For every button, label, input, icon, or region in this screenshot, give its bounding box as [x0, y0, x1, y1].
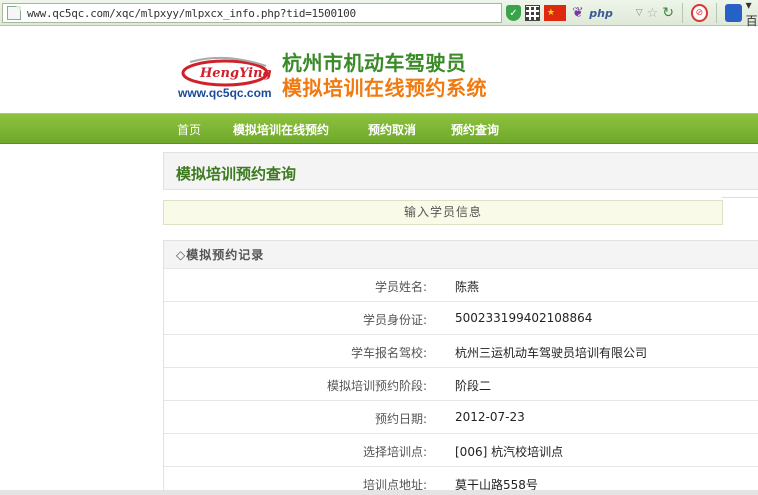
nav-booking-query[interactable]: 预约查询: [451, 121, 499, 138]
student-info-bar[interactable]: 输入学员信息: [163, 200, 723, 225]
record-value: 阶段二: [455, 379, 492, 393]
star-icon[interactable]: ☆: [647, 4, 659, 22]
record-row-stage: 模拟培训预约阶段: 阶段二: [164, 368, 758, 401]
record-label: 学员身份证:: [362, 313, 427, 327]
address-bar[interactable]: www.qc5qc.com/xqc/mlpxyy/mlpxcx_info.php…: [2, 3, 502, 23]
horizontal-scrollbar[interactable]: [0, 490, 758, 495]
record-value: [006] 杭汽校培训点: [455, 445, 564, 459]
records-title: ◇模拟预约记录: [176, 248, 265, 262]
record-row-date: 预约日期: 2012-07-23: [164, 401, 758, 434]
php-icon[interactable]: php: [589, 4, 613, 22]
record-value: 500233199402108864: [455, 311, 593, 325]
record-row-school: 学车报名驾校: 杭州三运机动车驾驶员培训有限公司: [164, 335, 758, 368]
record-row-site: 选择培训点: [006] 杭汽校培训点: [164, 434, 758, 467]
record-label: 预约日期:: [374, 412, 427, 426]
feather-icon[interactable]: ❦: [570, 4, 585, 22]
logo-text: HengYing: [200, 66, 272, 81]
logo-url: www.qc5qc.com: [178, 86, 272, 100]
windows-icon[interactable]: [617, 5, 632, 21]
record-label: 模拟培训预约阶段:: [326, 379, 427, 393]
record-value: 陈燕: [455, 280, 480, 294]
divider: [722, 197, 758, 198]
records-header: ◇模拟预约记录: [164, 241, 758, 269]
student-info-label: 输入学员信息: [403, 205, 482, 219]
toolbar-divider: [682, 3, 683, 23]
dropdown-icon[interactable]: ▽: [636, 4, 643, 22]
china-flag-icon[interactable]: ★: [543, 5, 567, 21]
record-value: 2012-07-23: [455, 410, 525, 424]
nav-home[interactable]: 首页: [177, 121, 201, 138]
section-header: 模拟培训预约查询: [163, 152, 758, 190]
nav-online-booking[interactable]: 模拟培训在线预约: [233, 121, 329, 138]
record-label: 选择培训点:: [362, 445, 427, 459]
record-label: 学员姓名:: [374, 280, 427, 294]
record-value: 杭州三运机动车驾驶员培训有限公司: [455, 346, 648, 360]
main-nav: 首页 模拟培训在线预约 预约取消 预约查询: [0, 113, 758, 144]
record-label: 学车报名驾校:: [350, 346, 427, 360]
record-row-id: 学员身份证: 500233199402108864: [164, 302, 758, 335]
url-text[interactable]: www.qc5qc.com/xqc/mlpxyy/mlpxcx_info.php…: [27, 7, 356, 20]
browser-toolbar: www.qc5qc.com/xqc/mlpxyy/mlpxcx_info.php…: [0, 0, 758, 28]
site-title-line1: 杭州市机动车驾驶员: [282, 53, 467, 75]
adblock-icon[interactable]: ⊘: [690, 4, 708, 22]
baidu-paw-icon[interactable]: 🐾: [724, 4, 742, 22]
qr-code-icon[interactable]: [524, 5, 540, 21]
reload-icon[interactable]: ↻: [662, 4, 674, 22]
search-engine-dropdown[interactable]: ▾ 百: [746, 0, 758, 28]
record-row-name: 学员姓名: 陈燕: [164, 269, 758, 302]
toolbar-divider: [715, 3, 717, 23]
shield-icon[interactable]: ✓: [506, 5, 521, 21]
site-logo[interactable]: HengYing www.qc5qc.com: [178, 52, 280, 102]
page-title: 模拟培训预约查询: [176, 165, 297, 183]
page-icon: [7, 6, 21, 20]
nav-cancel-booking[interactable]: 预约取消: [368, 121, 416, 138]
site-title-line2: 模拟培训在线预约系统: [282, 78, 487, 100]
records-panel: ◇模拟预约记录 学员姓名: 陈燕 学员身份证: 5002331994021088…: [163, 240, 758, 495]
site-title: 杭州市机动车驾驶员 模拟培训在线预约系统: [282, 52, 487, 102]
